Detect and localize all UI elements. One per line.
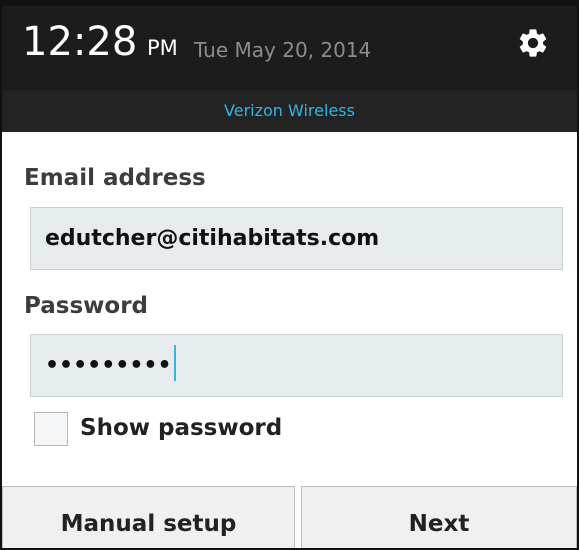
- email-value: edutcher@citihabitats.com: [45, 226, 380, 251]
- password-field[interactable]: •••••••••: [30, 334, 563, 397]
- clock-ampm: PM: [147, 36, 178, 60]
- password-value: •••••••••: [45, 353, 172, 378]
- device-screen: 12:28 PM Tue May 20, 2014 Verizon Wirele…: [0, 0, 579, 550]
- show-password-label[interactable]: Show password: [80, 410, 282, 446]
- manual-setup-button[interactable]: Manual setup: [2, 486, 295, 548]
- email-label: Email address: [24, 165, 206, 191]
- show-password-checkbox[interactable]: [34, 412, 68, 446]
- carrier-bar: Verizon Wireless: [2, 90, 577, 132]
- clock-time: 12:28: [22, 19, 138, 65]
- text-cursor: [173, 345, 176, 381]
- password-label: Password: [24, 293, 148, 319]
- gear-icon[interactable]: [516, 26, 550, 60]
- email-field[interactable]: edutcher@citihabitats.com: [30, 207, 563, 270]
- carrier-name: Verizon Wireless: [224, 101, 355, 120]
- status-date: Tue May 20, 2014: [194, 38, 372, 62]
- status-bar: 12:28 PM Tue May 20, 2014: [2, 6, 577, 90]
- next-button[interactable]: Next: [301, 486, 577, 548]
